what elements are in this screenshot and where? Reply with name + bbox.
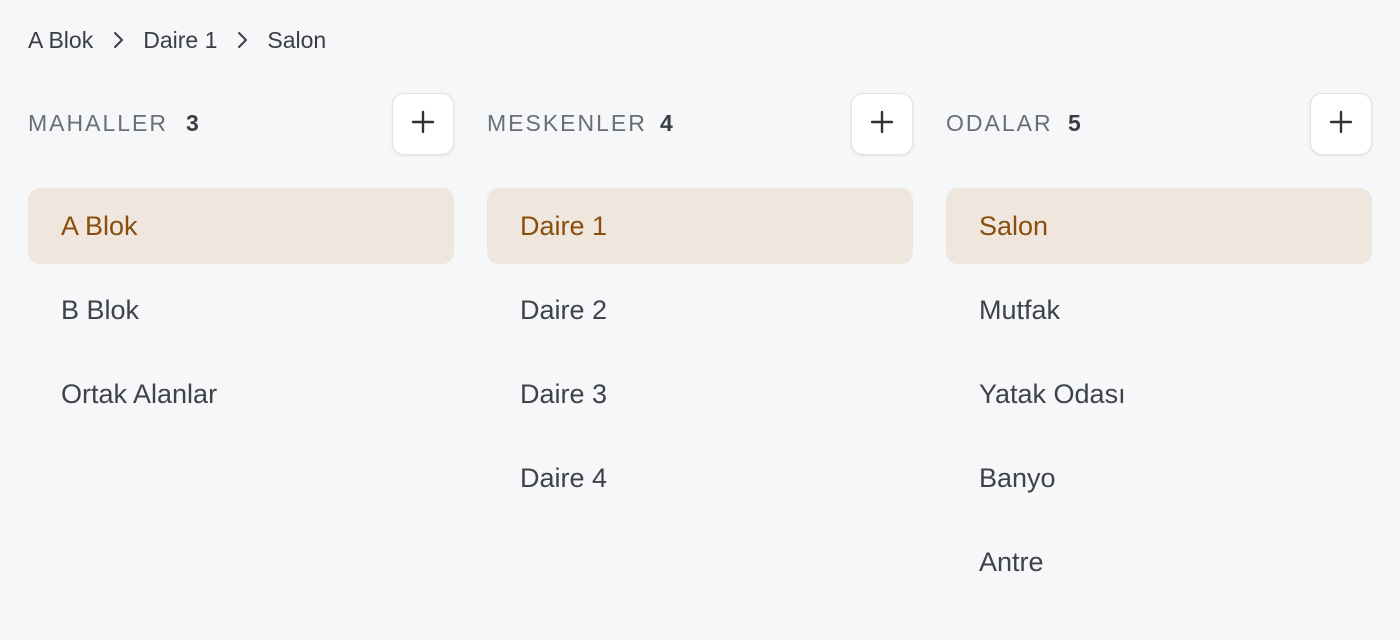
odalar-list: Salon Mutfak Yatak Odası Banyo Antre: [946, 188, 1372, 608]
column-count: 5: [1068, 110, 1082, 136]
plus-icon: [410, 109, 436, 140]
list-item[interactable]: B Blok: [28, 272, 454, 348]
column-title: ODALAR: [946, 110, 1053, 136]
list-item[interactable]: Ortak Alanlar: [28, 356, 454, 432]
list-item[interactable]: Yatak Odası: [946, 356, 1372, 432]
column-meskenler: MESKENLER 4 Daire 1 Daire 2 Daire 3 Dair…: [487, 92, 913, 493]
list-item[interactable]: Salon: [946, 188, 1372, 264]
add-mahal-button[interactable]: [392, 93, 454, 155]
list-item[interactable]: Daire 2: [487, 272, 913, 348]
column-odalar: ODALAR 5 Salon Mutfak Yatak Odası Banyo …: [946, 92, 1372, 577]
add-mesken-button[interactable]: [851, 93, 913, 155]
column-title: MESKENLER: [487, 110, 647, 136]
column-count: 3: [186, 110, 200, 136]
column-header: MAHALLER 3: [28, 92, 454, 156]
column-header: ODALAR 5: [946, 92, 1372, 156]
list-item[interactable]: Daire 3: [487, 356, 913, 432]
breadcrumb-item-residence[interactable]: Daire 1: [143, 27, 217, 54]
plus-icon: [1328, 109, 1354, 140]
list-item[interactable]: Mutfak: [946, 272, 1372, 348]
mahaller-list: A Blok B Blok Ortak Alanlar: [28, 188, 454, 440]
column-mahaller: MAHALLER 3 A Blok B Blok Ortak Alanlar: [28, 92, 454, 409]
breadcrumb: A Blok Daire 1 Salon: [28, 26, 326, 54]
chevron-right-icon: [93, 26, 143, 54]
chevron-right-icon: [217, 26, 267, 54]
column-count: 4: [660, 110, 674, 136]
list-item[interactable]: Daire 1: [487, 188, 913, 264]
list-item[interactable]: Banyo: [946, 440, 1372, 516]
breadcrumb-item-room: Salon: [267, 26, 327, 53]
column-header: MESKENLER 4: [487, 92, 913, 156]
breadcrumb-item-block[interactable]: A Blok: [28, 27, 93, 54]
plus-icon: [869, 109, 895, 140]
list-item[interactable]: Antre: [946, 524, 1372, 600]
list-item[interactable]: Daire 4: [487, 440, 913, 516]
add-oda-button[interactable]: [1310, 93, 1372, 155]
list-item[interactable]: A Blok: [28, 188, 454, 264]
meskenler-list: Daire 1 Daire 2 Daire 3 Daire 4: [487, 188, 913, 524]
column-title: MAHALLER: [28, 110, 168, 136]
